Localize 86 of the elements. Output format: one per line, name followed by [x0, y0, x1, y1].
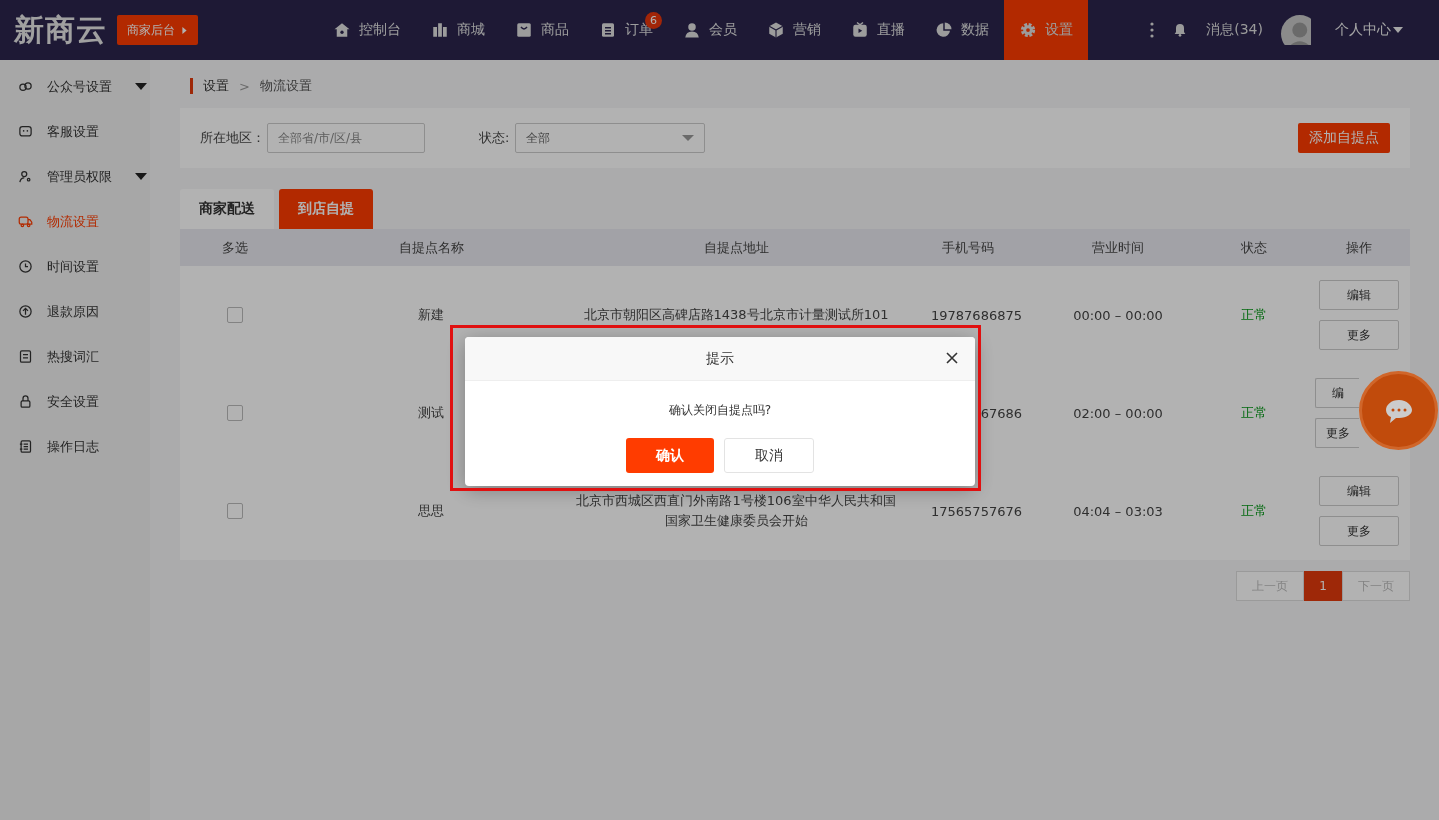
action-button[interactable]: 编辑 — [1319, 476, 1399, 506]
column-header: 自提点地址 — [702, 238, 770, 257]
checkbox[interactable] — [227, 503, 243, 519]
region-field[interactable]: 全部省/市/区/县 — [267, 123, 425, 153]
sidebar-item[interactable]: 管理员权限 — [0, 154, 150, 199]
action-button[interactable]: 更多 — [1315, 418, 1359, 448]
dialog-message: 确认关闭自提点吗? — [667, 402, 773, 419]
tv-icon — [851, 21, 869, 39]
link-icon — [18, 79, 33, 94]
column-header: 多选 — [221, 238, 249, 257]
status-text: 正常 — [1241, 502, 1267, 520]
messages-link[interactable]: 消息(34) — [1206, 21, 1263, 39]
table-cell-text: 19787686875 — [931, 307, 1023, 323]
action-button[interactable]: 更多 — [1319, 320, 1399, 350]
clipboard-icon — [599, 21, 617, 39]
sidebar-item[interactable]: 热搜词汇 — [0, 334, 150, 379]
sidebar-item[interactable]: 客服设置 — [0, 109, 150, 154]
nav-tab[interactable]: 营销 — [752, 0, 836, 60]
lock-icon — [18, 394, 33, 409]
table-cell-text: 北京市朝阳区高碑店路1438号北京市计量测试所101 — [582, 306, 890, 324]
person-icon — [683, 21, 701, 39]
cube-icon — [767, 21, 785, 39]
column-header: 手机号码 — [941, 238, 995, 257]
column-header: 操作 — [1345, 238, 1373, 257]
column-header: 自提点名称 — [397, 238, 465, 257]
status-text: 正常 — [1241, 404, 1267, 422]
status-text: 正常 — [1241, 306, 1267, 324]
nav-tab[interactable]: 会员 — [668, 0, 752, 60]
avatar-icon — [1281, 15, 1311, 45]
table-cell: 04:04 – 03:03 — [1073, 503, 1163, 519]
caret-icon — [135, 83, 147, 90]
more-icon — [1150, 21, 1155, 39]
user-center-menu[interactable]: 个人中心 — [1329, 20, 1409, 40]
column-header: 营业时间 — [1091, 238, 1145, 257]
tab[interactable]: 商家配送 — [180, 189, 274, 229]
table-cell: 新建 — [418, 306, 444, 324]
truck-icon — [18, 214, 33, 229]
dialog-title: 提示 — [706, 349, 734, 368]
caret-icon — [682, 135, 695, 141]
nav-tab[interactable]: 商城 — [416, 0, 500, 60]
caret-icon — [135, 173, 147, 180]
table-cell-text: 67686 — [980, 405, 1023, 421]
table-cell-text: 17565757676 — [931, 503, 1023, 519]
home-icon — [333, 21, 351, 39]
caret-icon — [1393, 27, 1403, 33]
breadcrumb-separator: > — [239, 78, 250, 94]
status-select[interactable]: 全部 — [515, 123, 706, 153]
checkbox[interactable] — [227, 307, 243, 323]
table-cell: 00:00 – 00:00 — [1073, 307, 1163, 323]
sidebar-item[interactable]: 时间设置 — [0, 244, 150, 289]
page-button[interactable]: 1 — [1304, 571, 1342, 601]
pie-chart-icon — [935, 21, 953, 39]
status-label: 状态: — [479, 129, 510, 147]
nav-tab[interactable]: 商品 — [500, 0, 584, 60]
sidebar-item[interactable]: 退款原因 — [0, 289, 150, 334]
sidebar-item[interactable]: 公众号设置 — [0, 64, 150, 109]
clock-icon — [18, 259, 33, 274]
confirm-button[interactable]: 确认 — [626, 438, 714, 473]
action-button[interactable]: 更多 — [1319, 516, 1399, 546]
list-icon — [18, 349, 33, 364]
table-cell: 02:00 – 00:00 — [1073, 405, 1163, 421]
nav-tab[interactable]: 控制台 — [318, 0, 416, 60]
column-header: 状态 — [1240, 238, 1268, 257]
cancel-button[interactable]: 取消 — [724, 438, 814, 473]
log-icon — [18, 439, 33, 454]
action-button[interactable]: 编辑 — [1319, 280, 1399, 310]
checkbox[interactable] — [227, 405, 243, 421]
caret-icon — [181, 24, 188, 36]
table-cell-text: 北京市西城区西直门外南路1号楼106室中华人民共和国国家卫生健康委员会开始 — [575, 492, 897, 530]
action-button[interactable]: 编 — [1315, 378, 1359, 408]
region-label: 所在地区： — [200, 129, 265, 147]
close-icon — [945, 351, 959, 365]
table-cell: 思思 — [418, 502, 444, 520]
logo: 新商云 — [14, 10, 107, 49]
sidebar-item[interactable]: 安全设置 — [0, 379, 150, 424]
breadcrumb-item: 物流设置 — [259, 77, 312, 95]
close-button[interactable] — [945, 351, 959, 365]
sidebar-item[interactable]: 操作日志 — [0, 424, 150, 469]
gear-icon — [1019, 21, 1037, 39]
breadcrumb-item[interactable]: 设置 — [203, 77, 229, 95]
nav-tab[interactable]: 数据 — [920, 0, 1004, 60]
table-cell: 测试 — [418, 404, 444, 422]
chat-icon — [18, 124, 33, 139]
building-icon — [431, 21, 449, 39]
bag-icon — [515, 21, 533, 39]
nav-tab[interactable]: 直播 — [836, 0, 920, 60]
